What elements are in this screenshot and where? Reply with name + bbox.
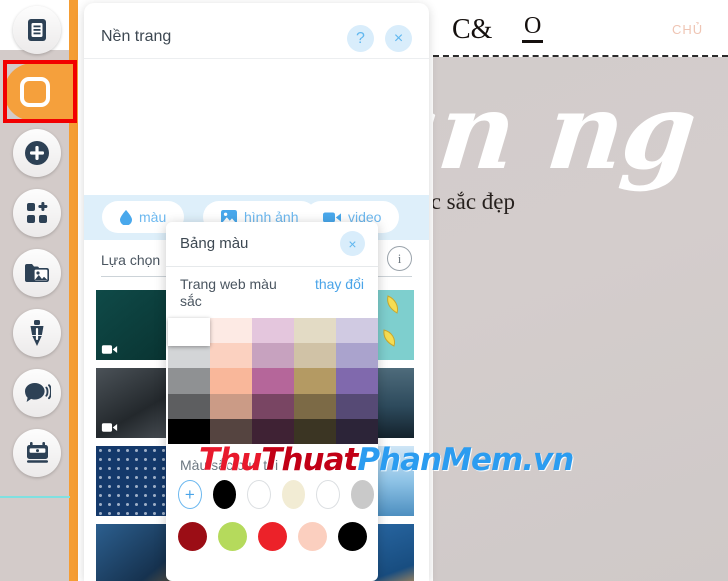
sidebar-item-document[interactable]: [13, 6, 61, 54]
color-swatch-4-0[interactable]: [168, 418, 210, 444]
color-swatch-0-2[interactable]: [252, 318, 294, 344]
change-palette-link[interactable]: thay đổi: [315, 276, 364, 292]
color-swatch-4-2[interactable]: [252, 418, 294, 444]
chat-bubble-icon: [24, 382, 51, 404]
color-swatch-0-3[interactable]: [294, 318, 336, 344]
color-swatch-4-3[interactable]: [294, 418, 336, 444]
sidebar-item-chat[interactable]: [13, 369, 61, 417]
popover-title: Bảng màu: [180, 235, 249, 252]
table-row[interactable]: [96, 368, 174, 438]
color-swatch-1-0[interactable]: [168, 343, 210, 369]
polka-dot-pattern: [96, 446, 174, 516]
color-swatch-4-1[interactable]: [210, 418, 252, 444]
page-background-icon: [20, 77, 50, 107]
sidebar-item-page-background[interactable]: [4, 63, 78, 121]
sidebar-item-calendar[interactable]: [13, 429, 61, 477]
sidebar-item-apps[interactable]: [13, 189, 61, 237]
my-color-dot-1-3[interactable]: [298, 522, 327, 551]
my-color-dot-0-2[interactable]: [281, 480, 305, 509]
pen-nib-icon: [28, 320, 46, 346]
selected-swatch-white[interactable]: [168, 318, 210, 346]
video-badge-icon: [101, 423, 118, 432]
my-color-dot-0-3[interactable]: [316, 480, 340, 509]
color-swatch-1-3[interactable]: [294, 343, 336, 369]
dialog-header: Nền trang ? ×: [84, 3, 429, 59]
help-button[interactable]: ?: [347, 25, 374, 52]
add-icon: [24, 140, 50, 166]
droplet-icon: [120, 209, 132, 225]
my-color-dot-1-2[interactable]: [258, 522, 287, 551]
nav-item-chu[interactable]: CHỦ: [672, 22, 703, 37]
color-swatch-0-4[interactable]: [336, 318, 378, 344]
color-swatch-0-1[interactable]: [210, 318, 252, 344]
color-swatch-1-4[interactable]: [336, 343, 378, 369]
popover-close-button[interactable]: ×: [340, 231, 365, 256]
canvas-artboard[interactable]: an ng n sóc sắc đẹp: [433, 57, 728, 581]
color-swatch-2-4[interactable]: [336, 368, 378, 394]
color-swatch-3-4[interactable]: [336, 393, 378, 419]
canvas-script-heading: an ng: [433, 69, 701, 193]
color-swatch-3-1[interactable]: [210, 393, 252, 419]
color-swatch-1-1[interactable]: [210, 343, 252, 369]
my-colors-row: +: [178, 480, 374, 509]
canvas-top-dashed-guide: [433, 55, 728, 57]
my-color-dot-1-4[interactable]: [338, 522, 367, 551]
table-row[interactable]: [96, 524, 174, 581]
color-swatch-2-2[interactable]: [252, 368, 294, 394]
canvas-subtitle: n sóc sắc đẹp: [433, 189, 515, 214]
popover-header: Bảng màu ×: [166, 222, 378, 267]
chooser-label: Lựa chọn: [101, 252, 161, 268]
close-button[interactable]: ×: [385, 25, 412, 52]
media-library-icon: [24, 262, 50, 284]
color-swatch-3-3[interactable]: [294, 393, 336, 419]
apps-add-icon: [25, 201, 49, 225]
color-swatch-2-0[interactable]: [168, 368, 210, 394]
color-swatch-2-3[interactable]: [294, 368, 336, 394]
site-header-bar: C& O CHỦ: [440, 8, 728, 54]
color-swatch-1-2[interactable]: [252, 343, 294, 369]
color-swatch-3-2[interactable]: [252, 393, 294, 419]
sidebar-item-design-pen[interactable]: [13, 309, 61, 357]
left-sidebar: [0, 0, 78, 581]
color-swatch-2-1[interactable]: [210, 368, 252, 394]
color-palette-popover: Bảng màu × Trang web màu sắc thay đổi Mà…: [166, 222, 378, 581]
document-icon: [26, 18, 48, 42]
my-color-dot-1-0[interactable]: [178, 522, 207, 551]
my-colors-row: [178, 522, 374, 551]
sidebar-item-media-library[interactable]: [13, 249, 61, 297]
my-color-dot-1-1[interactable]: [218, 522, 247, 551]
my-color-dot-0-1[interactable]: [247, 480, 271, 509]
my-colors-label: Màu sắc của tôi: [180, 457, 279, 473]
add-color-button[interactable]: +: [178, 480, 202, 509]
color-swatch-4-4[interactable]: [336, 418, 378, 444]
table-row[interactable]: [96, 290, 174, 360]
video-badge-icon: [101, 345, 118, 354]
table-row[interactable]: [96, 446, 174, 516]
sidebar-cyan-guide: [0, 496, 70, 498]
brand-letter: O: [522, 13, 544, 44]
brand-mark: C&: [452, 14, 493, 45]
my-colors-grid: +: [178, 480, 374, 564]
popover-subsection: Trang web màu sắc thay đổi: [166, 267, 378, 313]
dialog-title: Nền trang: [101, 28, 172, 45]
my-color-dot-0-0[interactable]: [212, 480, 236, 509]
my-color-dot-0-4[interactable]: [350, 480, 374, 509]
site-palette-label: Trang web màu sắc: [180, 276, 277, 309]
tab-color-label: màu: [139, 209, 167, 225]
sidebar-item-add[interactable]: [13, 129, 61, 177]
color-swatch-3-0[interactable]: [168, 393, 210, 419]
info-icon[interactable]: i: [387, 246, 412, 271]
calendar-icon: [25, 441, 50, 465]
